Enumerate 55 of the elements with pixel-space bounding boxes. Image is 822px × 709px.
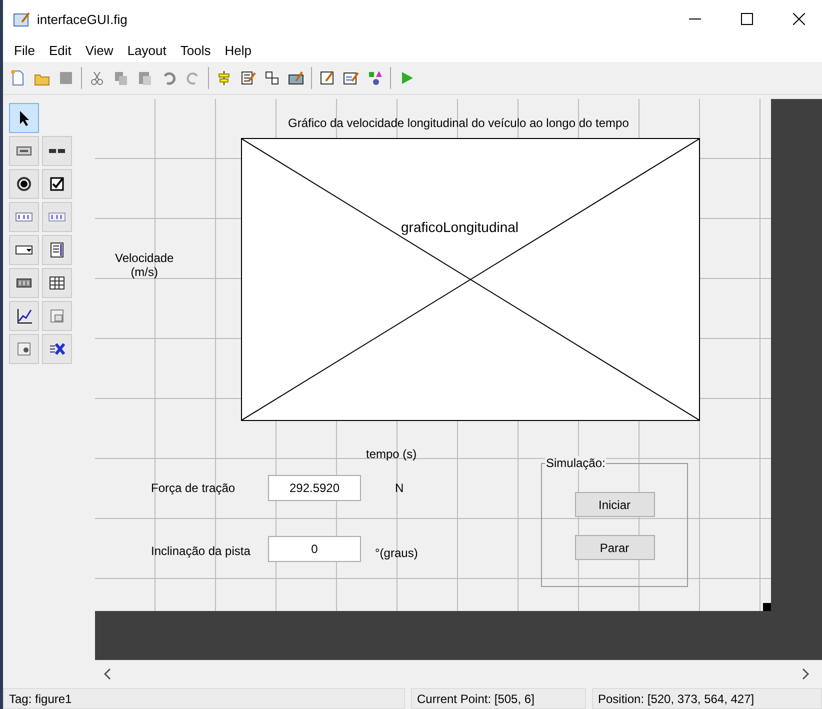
unit-label: °(graus) — [375, 546, 418, 560]
input-field[interactable]: 0 — [268, 536, 361, 562]
panel-tool-icon — [48, 307, 66, 325]
radio-tool-icon — [15, 175, 33, 193]
editor-icon[interactable] — [318, 69, 336, 87]
palette-tool[interactable] — [42, 136, 72, 166]
menu-item[interactable]: Edit — [42, 42, 78, 58]
maximize-icon[interactable] — [741, 13, 753, 25]
menu-item[interactable]: File — [7, 42, 42, 58]
palette-tool[interactable] — [9, 235, 39, 265]
menu-item[interactable]: Help — [218, 42, 258, 58]
field-label: Força de tração — [151, 481, 236, 495]
menu-item[interactable]: Tools — [173, 42, 218, 58]
resize-handle[interactable] — [763, 603, 771, 611]
activex-tool-icon — [48, 340, 66, 358]
object-browser-icon[interactable] — [366, 69, 384, 87]
scroll-right-icon[interactable] — [800, 668, 810, 680]
menu-editor-icon[interactable] — [239, 69, 257, 87]
scroll-left-icon[interactable] — [103, 668, 113, 680]
push-button[interactable]: Iniciar — [574, 492, 654, 517]
palette-tool[interactable] — [9, 268, 39, 298]
menu-item[interactable]: View — [78, 42, 120, 58]
palette-tool[interactable] — [9, 103, 39, 133]
axes[interactable]: graficoLongitudinal — [241, 138, 700, 421]
check-tool-icon — [48, 175, 66, 193]
axes-tag: graficoLongitudinal — [401, 219, 519, 235]
group-tool-icon — [15, 340, 33, 358]
cut-icon[interactable] — [88, 69, 106, 87]
palette-tool[interactable] — [42, 235, 72, 265]
x-axis-label: tempo (s) — [366, 447, 417, 461]
window-title: interfaceGUI.fig — [37, 12, 128, 26]
palette-tool[interactable] — [9, 169, 39, 199]
unit-label: N — [395, 481, 404, 495]
palette-tool[interactable] — [42, 169, 72, 199]
palette-tool[interactable] — [9, 136, 39, 166]
panel-title: Simulação: — [545, 456, 606, 470]
palette-tool[interactable] — [9, 301, 39, 331]
status-text: Current Point: [505, 6] — [411, 688, 586, 709]
axes-tool-icon — [15, 307, 33, 325]
status-text: Tag: figure1 — [3, 688, 405, 709]
listbox-tool-icon — [48, 241, 66, 259]
tab-order-icon[interactable] — [263, 69, 281, 87]
palette-tool[interactable] — [42, 268, 72, 298]
status-text: Position: [520, 373, 564, 427] — [592, 688, 822, 709]
axes-title: Gráfico da velocidade longitudinal do veículo ao longo do tempo — [288, 116, 629, 130]
close-icon[interactable] — [793, 13, 805, 25]
figure-icon — [13, 10, 31, 28]
y-axis-label: Velocidade (m/s) — [115, 251, 174, 279]
input-field[interactable]: 292.5920 — [268, 475, 361, 501]
push-button[interactable]: Parar — [574, 535, 654, 560]
table-tool-icon — [48, 274, 66, 292]
field-label: Inclinação da pista — [151, 544, 250, 558]
menu-item[interactable]: Layout — [120, 42, 174, 58]
toolbar-editor-icon[interactable] — [287, 69, 305, 87]
palette-tool[interactable] — [42, 334, 72, 364]
